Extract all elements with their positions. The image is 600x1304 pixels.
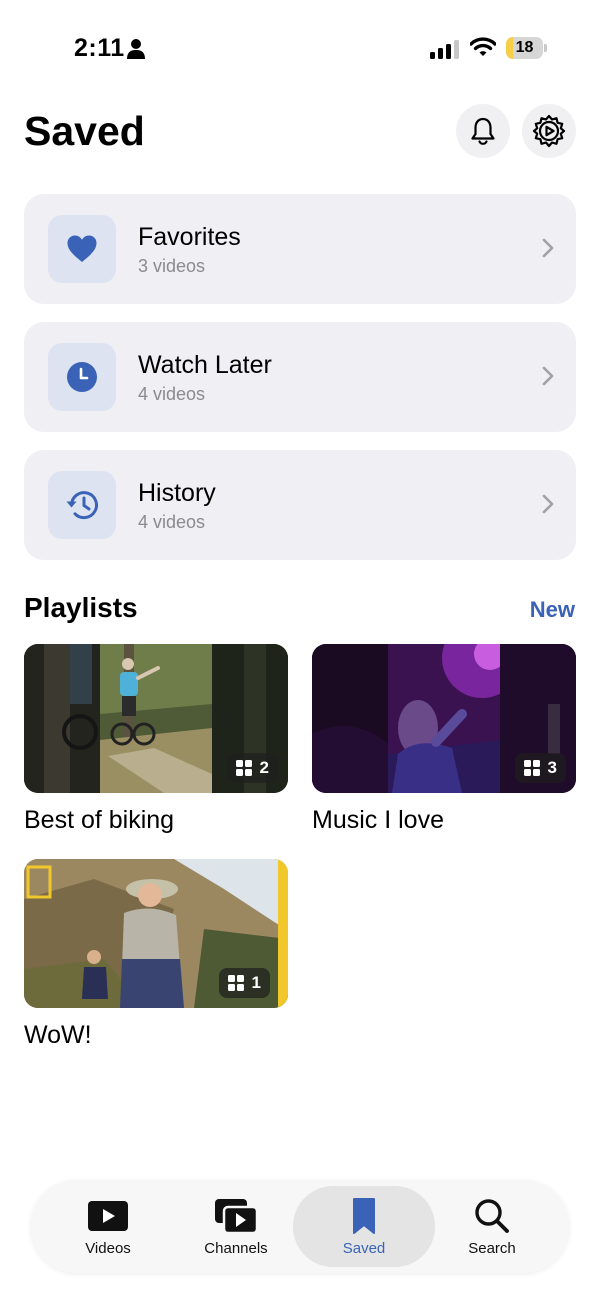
page-title: Saved — [24, 108, 145, 154]
tab-search[interactable]: Search — [425, 1180, 559, 1273]
favorites-card[interactable]: Favorites 3 videos — [24, 194, 576, 304]
video-count: 3 — [547, 758, 557, 777]
tab-label: Videos — [85, 1240, 131, 1257]
card-title: History — [138, 479, 216, 507]
play-rectangle-icon — [88, 1201, 128, 1231]
playlist-title[interactable]: Music I love — [312, 806, 444, 835]
history-icon — [66, 491, 98, 520]
card-subtitle: 3 videos — [138, 256, 206, 276]
chevron-right-icon — [542, 366, 554, 386]
playlist-title[interactable]: Best of biking — [24, 806, 174, 835]
tab-label: Channels — [204, 1240, 268, 1257]
card-title: Watch Later — [138, 351, 272, 379]
chevron-right-icon — [542, 494, 554, 514]
bell-icon — [471, 117, 495, 145]
person-icon — [127, 39, 145, 59]
stacked-play-icon — [215, 1199, 258, 1234]
settings-button[interactable] — [522, 104, 576, 158]
grid-icon — [523, 760, 540, 776]
card-title: Favorites — [138, 223, 241, 251]
tab-saved[interactable]: Saved — [293, 1186, 435, 1267]
video-count-badge: 3 — [514, 753, 566, 783]
video-count: 1 — [251, 973, 261, 992]
new-playlist-button[interactable]: New — [530, 597, 575, 623]
chevron-right-icon — [542, 238, 554, 258]
tab-bar: Videos Channels Saved Search — [31, 1180, 569, 1273]
playlist-thumbnail-music-i-love[interactable]: 3 — [312, 644, 576, 793]
video-count: 2 — [259, 758, 269, 777]
tab-channels[interactable]: Channels — [169, 1180, 303, 1273]
watch-later-card[interactable]: Watch Later 4 videos — [24, 322, 576, 432]
video-count-badge: 2 — [226, 753, 278, 783]
tab-label: Saved — [342, 1240, 386, 1257]
video-count-badge: 1 — [218, 968, 270, 998]
tab-label: Search — [468, 1240, 516, 1257]
gear-play-icon — [532, 114, 566, 148]
cellular-signal-icon — [430, 40, 459, 59]
watch-later-icon-box — [48, 343, 116, 411]
card-subtitle: 4 videos — [138, 512, 206, 532]
battery-percent: 18 — [515, 39, 534, 56]
status-bar: 2:11 18 — [0, 0, 600, 96]
wifi-icon — [470, 37, 496, 56]
bookmark-icon — [353, 1198, 375, 1234]
battery-indicator: 18 — [506, 37, 547, 59]
playlist-thumbnail-best-of-biking[interactable]: 2 — [24, 644, 288, 793]
notifications-button[interactable] — [456, 104, 510, 158]
playlists-heading: Playlists — [24, 592, 138, 623]
history-card[interactable]: History 4 videos — [24, 450, 576, 560]
playlist-thumbnail-wow[interactable]: 1 — [24, 859, 288, 1008]
grid-icon — [235, 760, 252, 776]
search-icon — [475, 1199, 509, 1233]
status-time: 2:11 — [74, 34, 125, 62]
tab-videos[interactable]: Videos — [41, 1180, 175, 1273]
heart-icon — [67, 235, 97, 262]
playlist-title[interactable]: WoW! — [24, 1021, 92, 1050]
clock-icon — [67, 362, 97, 392]
card-subtitle: 4 videos — [138, 384, 206, 404]
favorites-icon-box — [48, 215, 116, 283]
grid-icon — [227, 975, 244, 991]
history-icon-box — [48, 471, 116, 539]
